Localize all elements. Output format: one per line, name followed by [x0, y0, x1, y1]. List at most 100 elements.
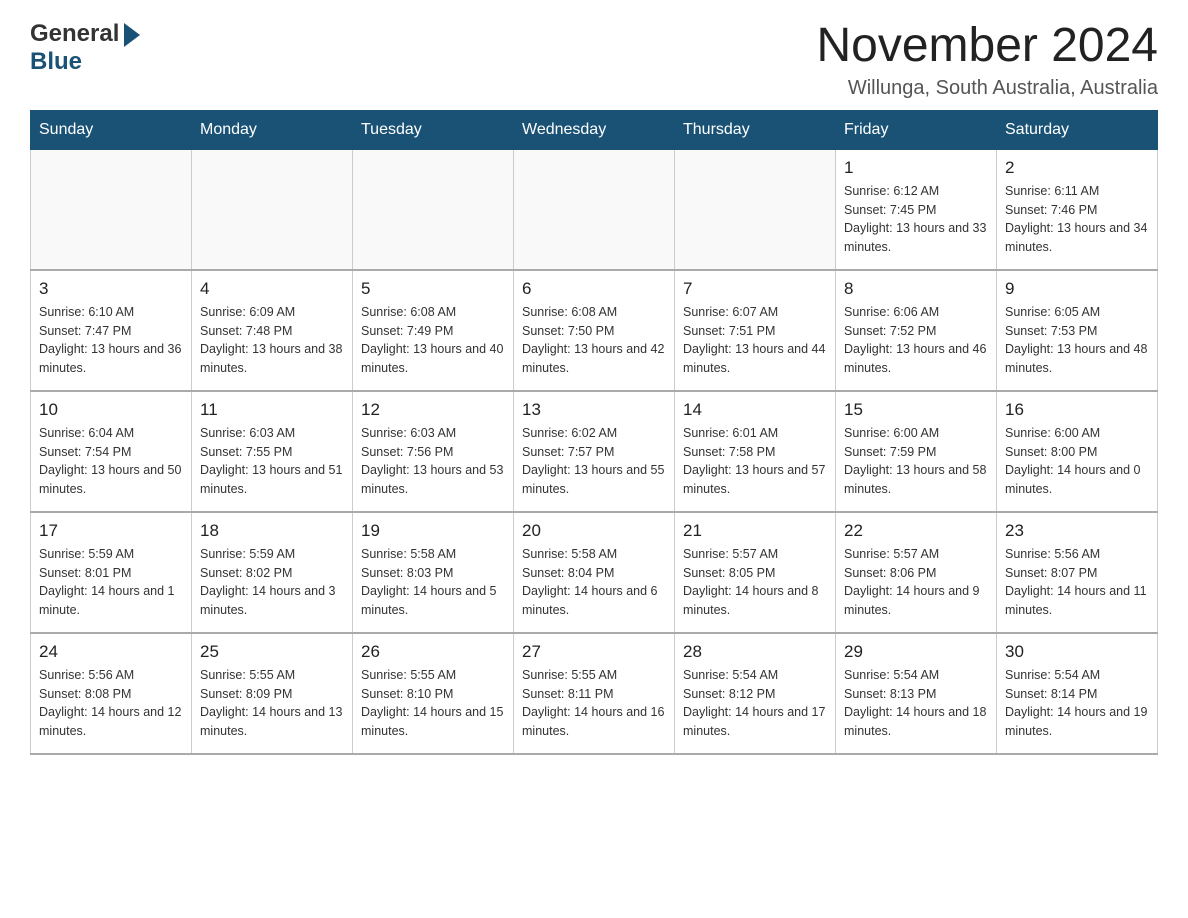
calendar-cell: 13Sunrise: 6:02 AMSunset: 7:57 PMDayligh…: [514, 391, 675, 512]
calendar-table: SundayMondayTuesdayWednesdayThursdayFrid…: [30, 110, 1158, 755]
day-info: Sunrise: 6:08 AMSunset: 7:50 PMDaylight:…: [522, 303, 666, 378]
day-number: 7: [683, 279, 827, 299]
day-number: 6: [522, 279, 666, 299]
day-info: Sunrise: 5:57 AMSunset: 8:05 PMDaylight:…: [683, 545, 827, 620]
logo: General Blue: [30, 20, 140, 76]
day-info: Sunrise: 5:55 AMSunset: 8:09 PMDaylight:…: [200, 666, 344, 741]
col-header-tuesday: Tuesday: [353, 110, 514, 149]
calendar-cell: 28 Sunrise: 5:54 AMSunset: 8:12 PMDayligh…: [675, 633, 836, 754]
calendar-cell: 4 Sunrise: 6:09 AMSunset: 7:48 PMDaylight…: [192, 270, 353, 391]
day-number: 22: [844, 521, 988, 541]
day-info: Sunrise: 5:59 AMSunset: 8:02 PMDaylight:…: [200, 545, 344, 620]
day-info: Sunrise: 6:03 AMSunset: 7:55 PMDaylight:…: [200, 424, 344, 499]
day-info: Sunrise: 5:54 AMSunset: 8:13 PMDaylight:…: [844, 666, 988, 741]
day-info: Sunrise: 5:57 AMSunset: 8:06 PMDaylight:…: [844, 545, 988, 620]
day-info: Sunrise: 6:06 AMSunset: 7:52 PMDaylight:…: [844, 303, 988, 378]
day-number: 16: [1005, 400, 1149, 420]
day-info: Sunrise: 5:54 AMSunset: 8:12 PMDaylight:…: [683, 666, 827, 741]
calendar-week-1: 1Sunrise: 6:12 AMSunset: 7:45 PMDaylight…: [31, 149, 1158, 270]
day-info: Sunrise: 5:54 AMSunset: 8:14 PMDaylight:…: [1005, 666, 1149, 741]
calendar-cell: 6 Sunrise: 6:08 AMSunset: 7:50 PMDaylight…: [514, 270, 675, 391]
day-info: Sunrise: 6:00 AMSunset: 7:59 PMDaylight:…: [844, 424, 988, 499]
day-info: Sunrise: 6:05 AMSunset: 7:53 PMDaylight:…: [1005, 303, 1149, 378]
day-number: 19: [361, 521, 505, 541]
day-info: Sunrise: 5:55 AMSunset: 8:10 PMDaylight:…: [361, 666, 505, 741]
day-number: 17: [39, 521, 183, 541]
calendar-cell: 22 Sunrise: 5:57 AMSunset: 8:06 PMDayligh…: [836, 512, 997, 633]
calendar-cell: 19Sunrise: 5:58 AMSunset: 8:03 PMDayligh…: [353, 512, 514, 633]
day-number: 13: [522, 400, 666, 420]
calendar-cell: 2 Sunrise: 6:11 AMSunset: 7:46 PMDaylight…: [997, 149, 1158, 270]
day-number: 29: [844, 642, 988, 662]
day-info: Sunrise: 6:04 AMSunset: 7:54 PMDaylight:…: [39, 424, 183, 499]
day-number: 5: [361, 279, 505, 299]
calendar-week-3: 10Sunrise: 6:04 AMSunset: 7:54 PMDayligh…: [31, 391, 1158, 512]
day-info: Sunrise: 6:08 AMSunset: 7:49 PMDaylight:…: [361, 303, 505, 378]
calendar-cell: 21 Sunrise: 5:57 AMSunset: 8:05 PMDayligh…: [675, 512, 836, 633]
calendar-cell: 9 Sunrise: 6:05 AMSunset: 7:53 PMDaylight…: [997, 270, 1158, 391]
day-number: 21: [683, 521, 827, 541]
day-info: Sunrise: 5:56 AMSunset: 8:08 PMDaylight:…: [39, 666, 183, 741]
day-number: 25: [200, 642, 344, 662]
col-header-thursday: Thursday: [675, 110, 836, 149]
calendar-cell: [514, 149, 675, 270]
day-info: Sunrise: 6:12 AMSunset: 7:45 PMDaylight:…: [844, 182, 988, 257]
day-info: Sunrise: 6:07 AMSunset: 7:51 PMDaylight:…: [683, 303, 827, 378]
calendar-cell: 8 Sunrise: 6:06 AMSunset: 7:52 PMDaylight…: [836, 270, 997, 391]
calendar-cell: 10Sunrise: 6:04 AMSunset: 7:54 PMDayligh…: [31, 391, 192, 512]
calendar-cell: 26 Sunrise: 5:55 AMSunset: 8:10 PMDayligh…: [353, 633, 514, 754]
day-number: 30: [1005, 642, 1149, 662]
day-number: 11: [200, 400, 344, 420]
calendar-cell: 27 Sunrise: 5:55 AMSunset: 8:11 PMDayligh…: [514, 633, 675, 754]
calendar-body: 1Sunrise: 6:12 AMSunset: 7:45 PMDaylight…: [31, 149, 1158, 754]
calendar-cell: [675, 149, 836, 270]
day-number: 3: [39, 279, 183, 299]
day-number: 28: [683, 642, 827, 662]
day-number: 15: [844, 400, 988, 420]
logo-general-text: General: [30, 20, 119, 48]
page-header: General Blue November 2024 Willunga, Sou…: [30, 20, 1158, 100]
day-info: Sunrise: 5:59 AMSunset: 8:01 PMDaylight:…: [39, 545, 183, 620]
day-number: 24: [39, 642, 183, 662]
day-info: Sunrise: 6:10 AMSunset: 7:47 PMDaylight:…: [39, 303, 183, 378]
calendar-header-row: SundayMondayTuesdayWednesdayThursdayFrid…: [31, 110, 1158, 149]
calendar-week-2: 3 Sunrise: 6:10 AMSunset: 7:47 PMDaylight…: [31, 270, 1158, 391]
day-number: 8: [844, 279, 988, 299]
calendar-cell: 11 Sunrise: 6:03 AMSunset: 7:55 PMDayligh…: [192, 391, 353, 512]
title-section: November 2024 Willunga, South Australia,…: [816, 20, 1158, 100]
day-info: Sunrise: 5:56 AMSunset: 8:07 PMDaylight:…: [1005, 545, 1149, 620]
calendar-cell: 20Sunrise: 5:58 AMSunset: 8:04 PMDayligh…: [514, 512, 675, 633]
day-info: Sunrise: 5:58 AMSunset: 8:04 PMDaylight:…: [522, 545, 666, 620]
day-number: 12: [361, 400, 505, 420]
day-info: Sunrise: 6:09 AMSunset: 7:48 PMDaylight:…: [200, 303, 344, 378]
day-number: 27: [522, 642, 666, 662]
calendar-cell: 30 Sunrise: 5:54 AMSunset: 8:14 PMDayligh…: [997, 633, 1158, 754]
col-header-saturday: Saturday: [997, 110, 1158, 149]
day-number: 2: [1005, 158, 1149, 178]
calendar-cell: 16 Sunrise: 6:00 AMSunset: 8:00 PMDayligh…: [997, 391, 1158, 512]
calendar-cell: 12Sunrise: 6:03 AMSunset: 7:56 PMDayligh…: [353, 391, 514, 512]
calendar-cell: 17 Sunrise: 5:59 AMSunset: 8:01 PMDayligh…: [31, 512, 192, 633]
calendar-cell: 5 Sunrise: 6:08 AMSunset: 7:49 PMDaylight…: [353, 270, 514, 391]
calendar-week-4: 17 Sunrise: 5:59 AMSunset: 8:01 PMDayligh…: [31, 512, 1158, 633]
calendar-cell: 15 Sunrise: 6:00 AMSunset: 7:59 PMDayligh…: [836, 391, 997, 512]
calendar-week-5: 24 Sunrise: 5:56 AMSunset: 8:08 PMDayligh…: [31, 633, 1158, 754]
day-number: 26: [361, 642, 505, 662]
calendar-cell: 18Sunrise: 5:59 AMSunset: 8:02 PMDayligh…: [192, 512, 353, 633]
col-header-monday: Monday: [192, 110, 353, 149]
logo-triangle-icon: [124, 23, 140, 47]
day-number: 4: [200, 279, 344, 299]
day-number: 9: [1005, 279, 1149, 299]
calendar-cell: [31, 149, 192, 270]
day-number: 14: [683, 400, 827, 420]
day-info: Sunrise: 6:00 AMSunset: 8:00 PMDaylight:…: [1005, 424, 1149, 499]
calendar-cell: 3 Sunrise: 6:10 AMSunset: 7:47 PMDaylight…: [31, 270, 192, 391]
day-info: Sunrise: 5:55 AMSunset: 8:11 PMDaylight:…: [522, 666, 666, 741]
location-title: Willunga, South Australia, Australia: [816, 77, 1158, 100]
calendar-cell: 24 Sunrise: 5:56 AMSunset: 8:08 PMDayligh…: [31, 633, 192, 754]
col-header-wednesday: Wednesday: [514, 110, 675, 149]
logo-blue-text: Blue: [30, 48, 82, 76]
day-info: Sunrise: 6:11 AMSunset: 7:46 PMDaylight:…: [1005, 182, 1149, 257]
col-header-friday: Friday: [836, 110, 997, 149]
col-header-sunday: Sunday: [31, 110, 192, 149]
